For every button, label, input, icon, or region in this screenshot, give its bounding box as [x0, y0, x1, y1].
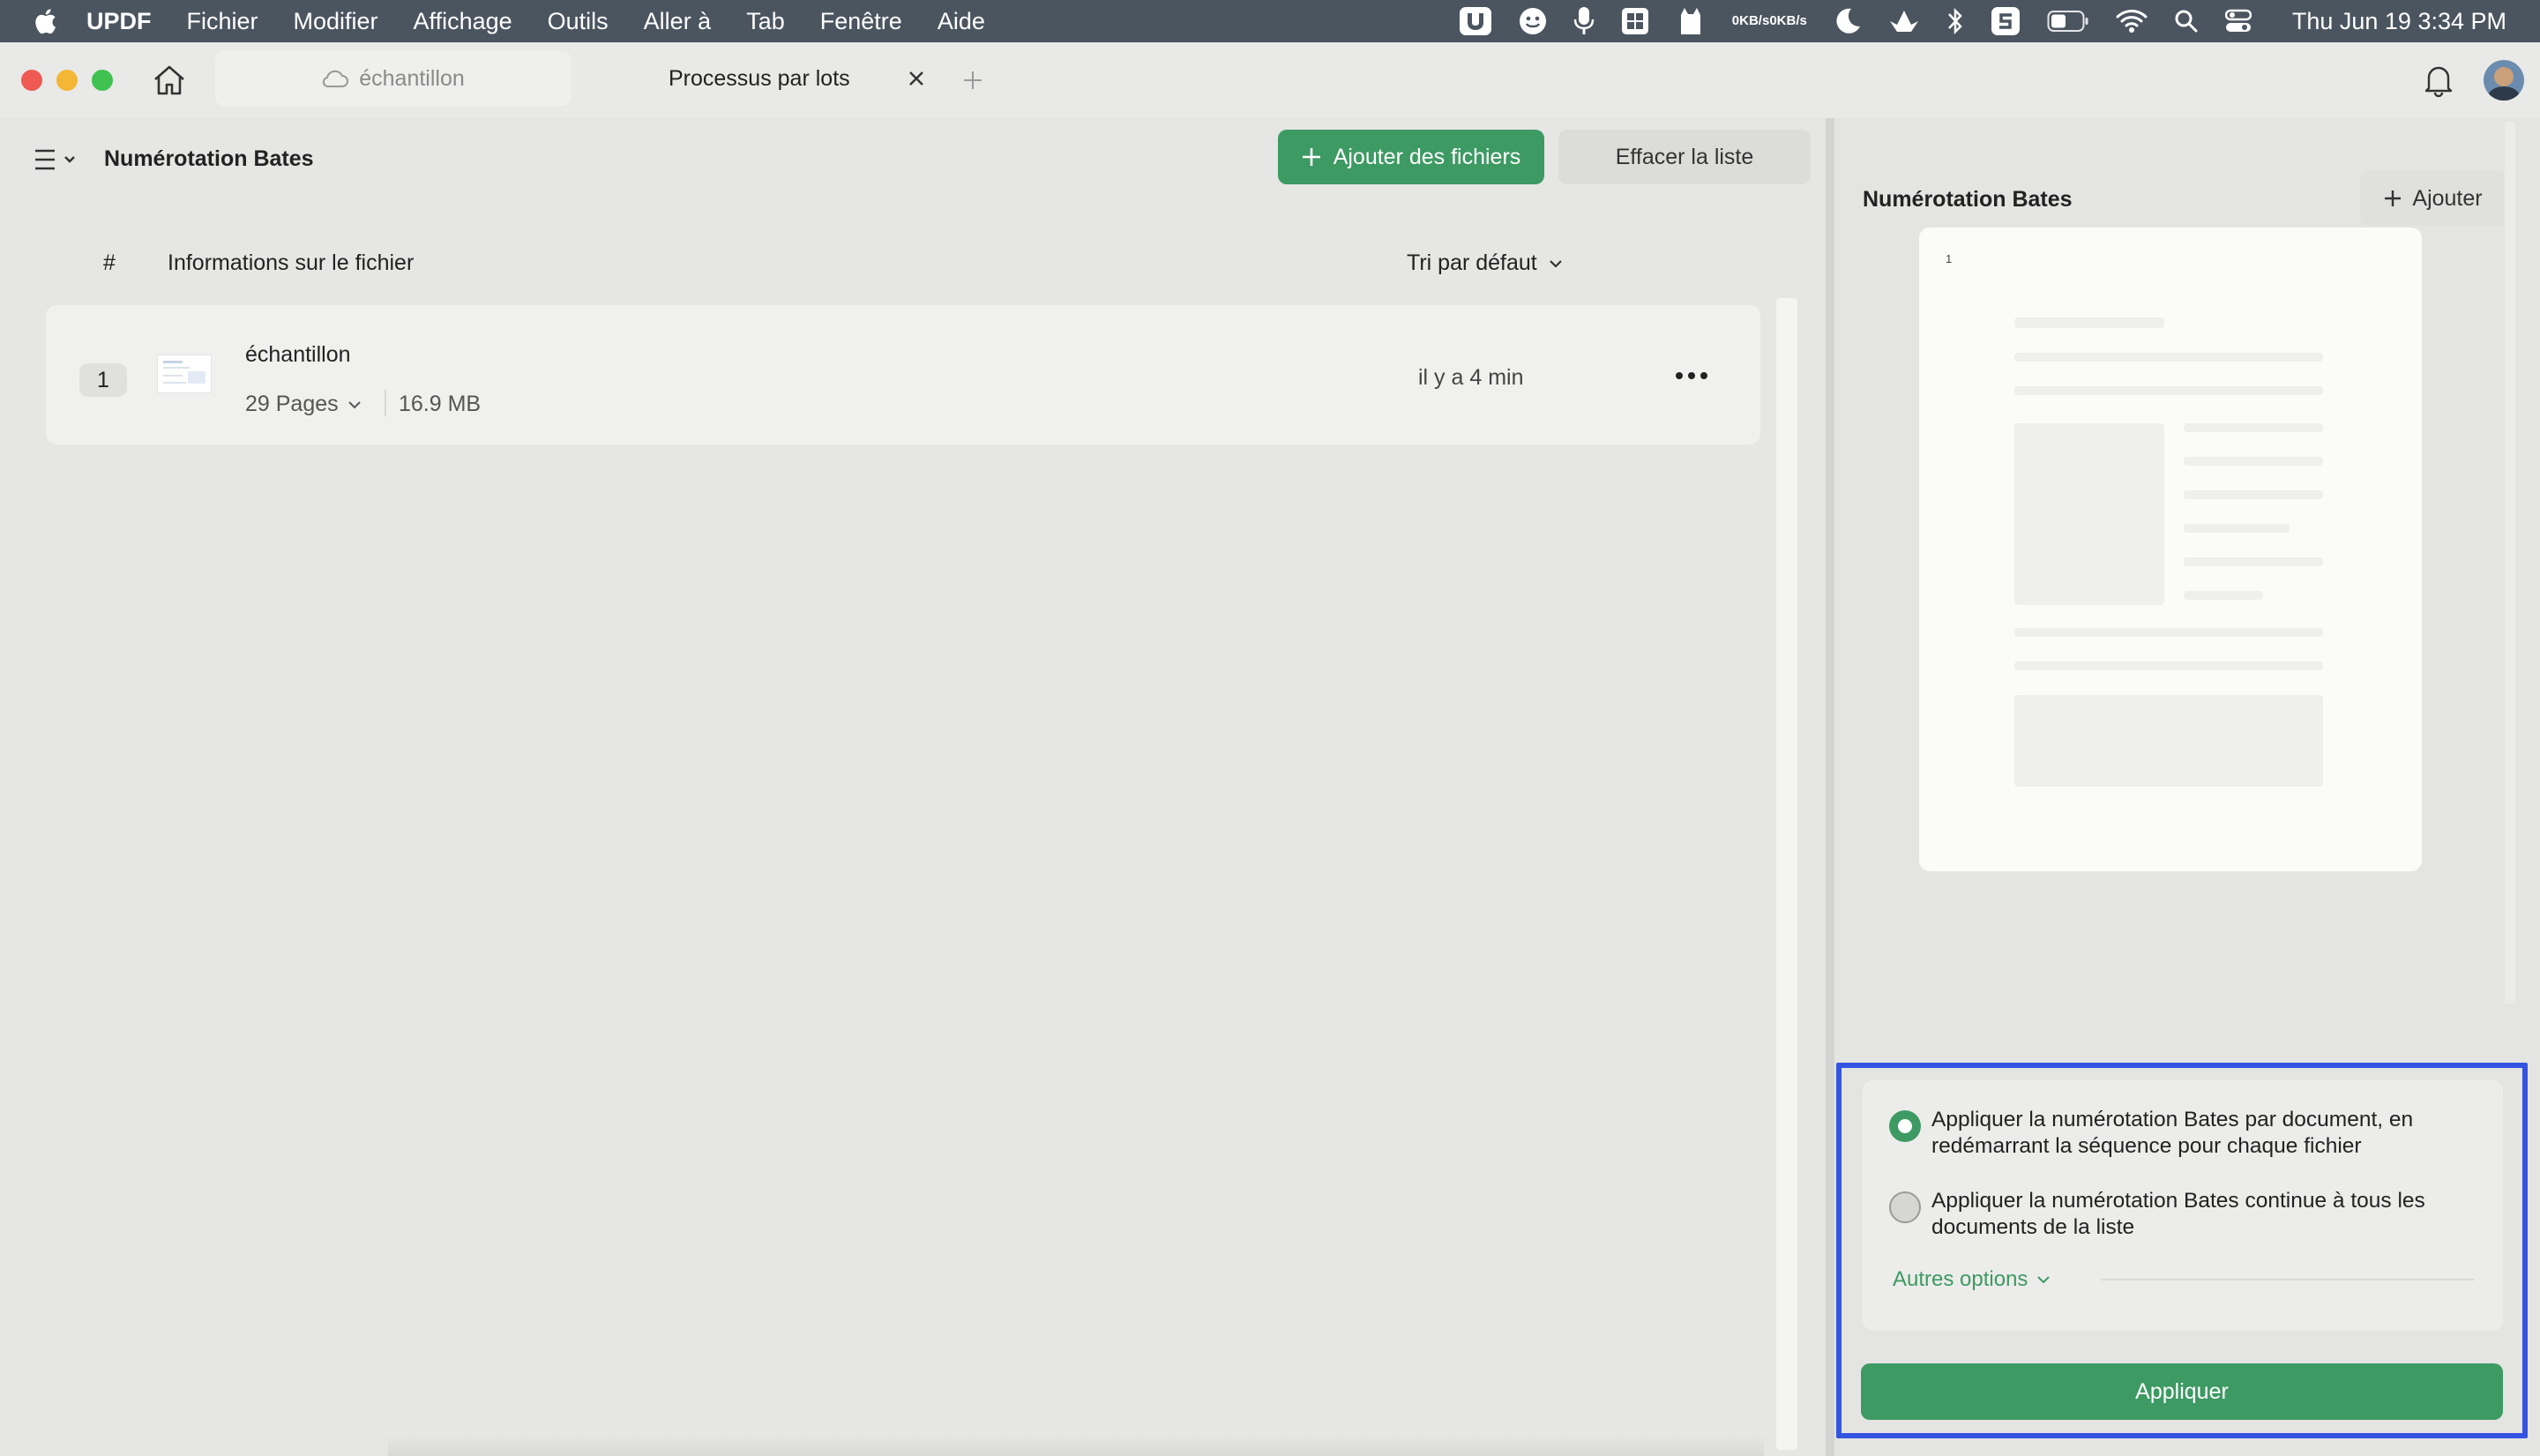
plus-icon [2385, 190, 2402, 206]
add-button[interactable]: Ajouter [2360, 171, 2506, 226]
moon-icon[interactable] [1834, 7, 1862, 35]
preview-skeleton-line [2014, 317, 2164, 328]
list-scrollbar[interactable] [1776, 298, 1797, 1450]
cat-icon[interactable] [1676, 6, 1706, 36]
battery-icon[interactable] [2047, 10, 2089, 33]
panel-scrollbar[interactable] [2505, 122, 2515, 1004]
close-tab-icon[interactable] [908, 71, 924, 86]
column-header-file-info: Informations sur le fichier [168, 250, 415, 275]
chevron-down-icon [1549, 259, 1562, 268]
new-tab-icon[interactable] [963, 71, 982, 90]
column-header-number: # [103, 250, 116, 275]
file-name: échantillon [245, 342, 351, 367]
sort-dropdown[interactable]: Tri par défaut [1407, 250, 1564, 276]
add-files-label: Ajouter des fichiers [1333, 144, 1521, 169]
menu-aller-a[interactable]: Aller à [644, 8, 712, 35]
microphone-icon[interactable] [1573, 6, 1595, 36]
preview-skeleton-image [2014, 423, 2164, 605]
close-window-button[interactable] [21, 70, 42, 91]
highlight-box [1836, 1063, 2528, 1438]
bates-preview-number: 1 [1946, 252, 1953, 265]
page-preview: 1 [1919, 228, 2422, 871]
preview-skeleton-line [2184, 557, 2323, 566]
preview-skeleton-line [2014, 353, 2323, 362]
chevron-down-icon [347, 400, 361, 408]
sort-label: Tri par défaut [1407, 250, 1537, 275]
file-size: 16.9 MB [399, 392, 482, 416]
apple-icon[interactable] [34, 8, 56, 34]
smiley-icon[interactable] [1519, 7, 1547, 35]
status-area: 0KB/s 0KB/s Thu Jun 19 3:34 PM [1432, 0, 2506, 42]
preview-skeleton-line [2184, 423, 2323, 432]
preview-skeleton-line [2184, 490, 2323, 499]
home-icon[interactable] [152, 63, 187, 101]
wifi-icon[interactable] [2116, 9, 2148, 34]
menu-app-name[interactable]: UPDF [86, 8, 152, 35]
maximize-window-button[interactable] [92, 70, 113, 91]
more-options-icon[interactable] [1674, 370, 1709, 381]
bottom-shadow [388, 1436, 1764, 1456]
preview-skeleton-line [2184, 457, 2323, 466]
tab-processus-label: Processus par lots [669, 65, 850, 91]
menubar-clock[interactable]: Thu Jun 19 3:34 PM [2292, 8, 2506, 35]
network-up-text: 0KB/s [1731, 13, 1770, 28]
preview-skeleton-line [2014, 628, 2323, 637]
updf-status-icon[interactable] [1459, 6, 1492, 36]
batch-header: Numérotation Bates [0, 118, 1826, 201]
network-down-text: 0KB/s [1769, 13, 1807, 28]
meta-divider [385, 390, 386, 416]
search-icon[interactable] [2174, 9, 2199, 34]
clear-list-button[interactable]: Effacer la liste [1558, 130, 1811, 184]
title-bar: échantillon Processus par lots [0, 42, 2540, 118]
file-pages: 29 Pages [245, 392, 339, 416]
preview-skeleton-line [2014, 386, 2323, 395]
bell-icon[interactable] [2424, 62, 2454, 97]
add-files-button[interactable]: Ajouter des fichiers [1278, 130, 1544, 184]
menu-modifier[interactable]: Modifier [294, 8, 378, 35]
preview-skeleton-line [2184, 524, 2290, 533]
preview-skeleton-block [2014, 695, 2323, 787]
preview-skeleton-line [2184, 591, 2263, 600]
panel-title: Numérotation Bates [1863, 187, 2073, 212]
menu-fenetre[interactable]: Fenêtre [820, 8, 902, 35]
add-label: Ajouter [2412, 185, 2483, 211]
menu-affichage[interactable]: Affichage [414, 8, 512, 35]
clear-list-label: Effacer la liste [1615, 144, 1754, 169]
panel-splitter[interactable] [1826, 118, 1834, 1456]
file-time: il y a 4 min [1418, 365, 1524, 390]
menu-aide[interactable]: Aide [938, 8, 985, 35]
minimize-window-button[interactable] [56, 70, 78, 91]
network-speed: 0KB/s 0KB/s [1732, 14, 1807, 28]
menu-bar: UPDF Fichier Modifier Affichage Outils A… [0, 0, 2540, 42]
tab-processus-par-lots[interactable]: Processus par lots [589, 51, 938, 106]
file-index-badge: 1 [79, 363, 127, 397]
grid-app-icon[interactable] [1621, 7, 1649, 35]
preview-skeleton-line [2014, 661, 2323, 670]
cloud-icon [323, 70, 349, 88]
file-row[interactable]: 1 échantillon 29 Pages 16.9 MB il y a 4 … [46, 305, 1760, 444]
menu-tab[interactable]: Tab [746, 8, 785, 35]
file-pages-dropdown[interactable]: 29 Pages [245, 392, 362, 417]
tab-echantillon-label: échantillon [359, 65, 465, 91]
tray-icon[interactable] [1888, 7, 1920, 35]
avatar[interactable] [2484, 60, 2524, 101]
s-app-icon[interactable] [1991, 6, 2021, 36]
menu-outils[interactable]: Outils [548, 8, 609, 35]
file-thumbnail [157, 355, 212, 393]
bluetooth-icon[interactable] [1946, 6, 1964, 36]
page-title: Numérotation Bates [104, 146, 314, 171]
plus-icon [1302, 148, 1320, 166]
menu-fichier[interactable]: Fichier [187, 8, 258, 35]
sidebar-menu-icon[interactable] [34, 148, 79, 177]
tab-echantillon[interactable]: échantillon [215, 51, 572, 106]
control-center-icon[interactable] [2224, 9, 2252, 34]
